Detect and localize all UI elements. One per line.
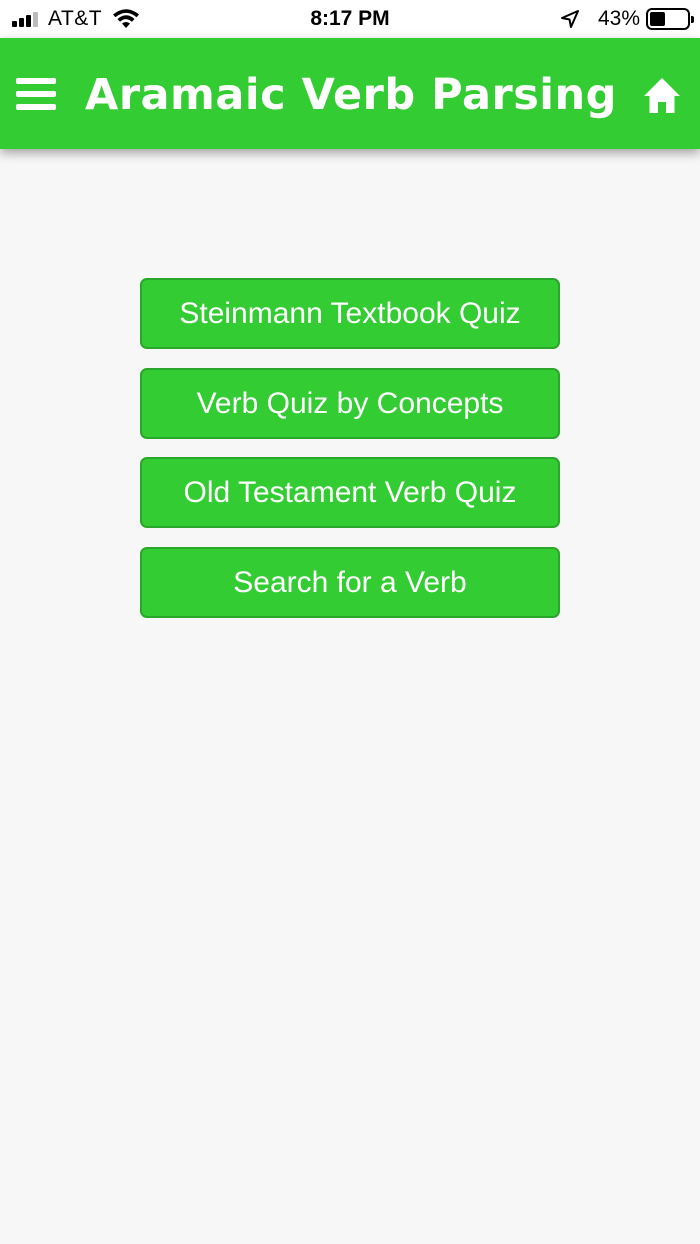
app-header: Aramaic Verb Parsing bbox=[0, 38, 700, 149]
battery-percent: 43% bbox=[597, 7, 640, 30]
battery-icon bbox=[646, 8, 694, 30]
page-title: Aramaic Verb Parsing bbox=[85, 70, 617, 120]
home-icon[interactable] bbox=[642, 76, 682, 116]
main-menu: Steinmann Textbook Quiz Verb Quiz by Con… bbox=[140, 278, 560, 636]
status-bar: AT&T 8:17 PM 43% bbox=[0, 0, 700, 38]
status-right: 43% bbox=[560, 7, 694, 31]
old-testament-verb-quiz-button[interactable]: Old Testament Verb Quiz bbox=[140, 457, 560, 528]
search-for-a-verb-button[interactable]: Search for a Verb bbox=[140, 546, 560, 618]
battery-cap bbox=[691, 16, 694, 23]
battery-fill bbox=[650, 12, 666, 26]
location-arrow-icon bbox=[560, 10, 579, 28]
steinmann-textbook-quiz-button[interactable]: Steinmann Textbook Quiz bbox=[140, 278, 560, 349]
verb-quiz-by-concepts-button[interactable]: Verb Quiz by Concepts bbox=[140, 367, 560, 439]
